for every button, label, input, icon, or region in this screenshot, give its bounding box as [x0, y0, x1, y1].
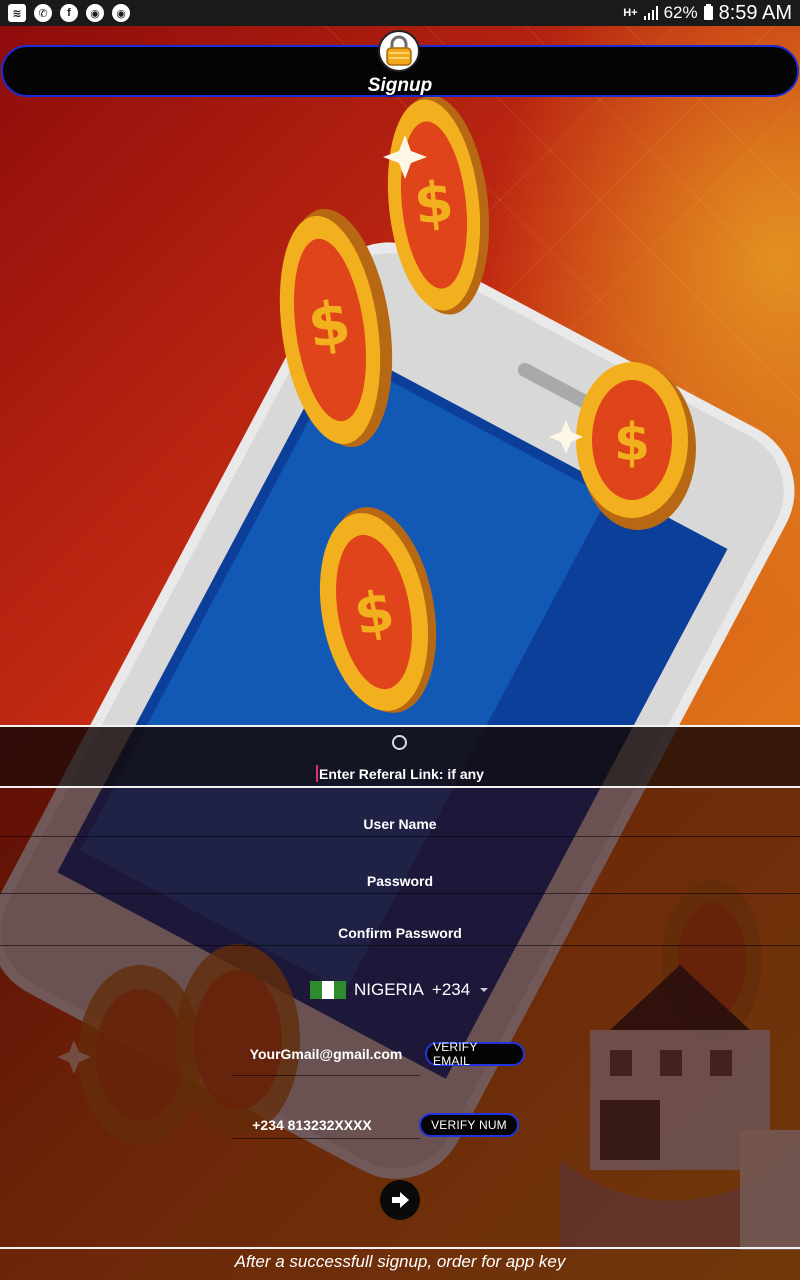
dropdown-caret-icon [480, 988, 489, 992]
referral-input[interactable]: Enter Referal Link: if any [0, 765, 800, 782]
background-illustration: $ $ $ $ [0, 0, 800, 1280]
nigeria-flag-icon [310, 981, 346, 999]
country-picker[interactable]: NIGERIA +234 [310, 979, 489, 1001]
facebook-icon: f [60, 4, 78, 22]
chrome-icon: ◉ [112, 4, 130, 22]
phone-underline [232, 1138, 420, 1139]
footer-divider [0, 1247, 800, 1249]
country-name: NIGERIA [354, 980, 424, 999]
submit-button[interactable] [380, 1180, 420, 1220]
clock: 8:59 AM [718, 1, 792, 24]
referral-radio[interactable] [392, 735, 407, 750]
confirm-password-input[interactable]: Confirm Password [0, 925, 800, 941]
country-code: +234 [431, 980, 471, 999]
verify-num-button[interactable]: VERIFY NUM [419, 1113, 519, 1137]
referral-placeholder: Enter Referal Link: if any [319, 766, 484, 782]
footer-note: After a successfull signup, order for ap… [234, 1252, 566, 1271]
whatsapp-icon: ✆ [34, 4, 52, 22]
verify-email-button[interactable]: VERIFY EMAIL [425, 1040, 525, 1068]
email-input[interactable]: YourGmail@gmail.com [232, 1046, 420, 1062]
status-bar: ≋ ✆ f ◉ ◉ H+ 62% 8:59 AM [0, 0, 800, 26]
username-input[interactable]: User Name [0, 816, 800, 832]
password-underline [0, 893, 800, 894]
arrow-right-icon [392, 1192, 409, 1208]
signal-icon [643, 6, 658, 20]
svg-text:$: $ [411, 169, 457, 238]
page-title: Signup [367, 75, 433, 96]
network-type-indicator: H+ [623, 7, 638, 19]
battery-icon [703, 4, 713, 20]
lock-icon [378, 30, 420, 72]
wifi-icon: ≋ [8, 4, 26, 22]
text-cursor [316, 765, 319, 782]
password-input[interactable]: Password [0, 873, 800, 889]
chrome-icon: ◉ [86, 4, 104, 22]
svg-text:$: $ [614, 413, 650, 473]
battery-percent: 62% [663, 3, 698, 22]
username-underline [0, 836, 800, 837]
phone-input[interactable]: +234 813232XXXX [232, 1117, 392, 1133]
confirm-password-underline [0, 945, 800, 946]
referral-panel: Enter Referal Link: if any [0, 725, 800, 788]
email-underline [232, 1075, 420, 1076]
